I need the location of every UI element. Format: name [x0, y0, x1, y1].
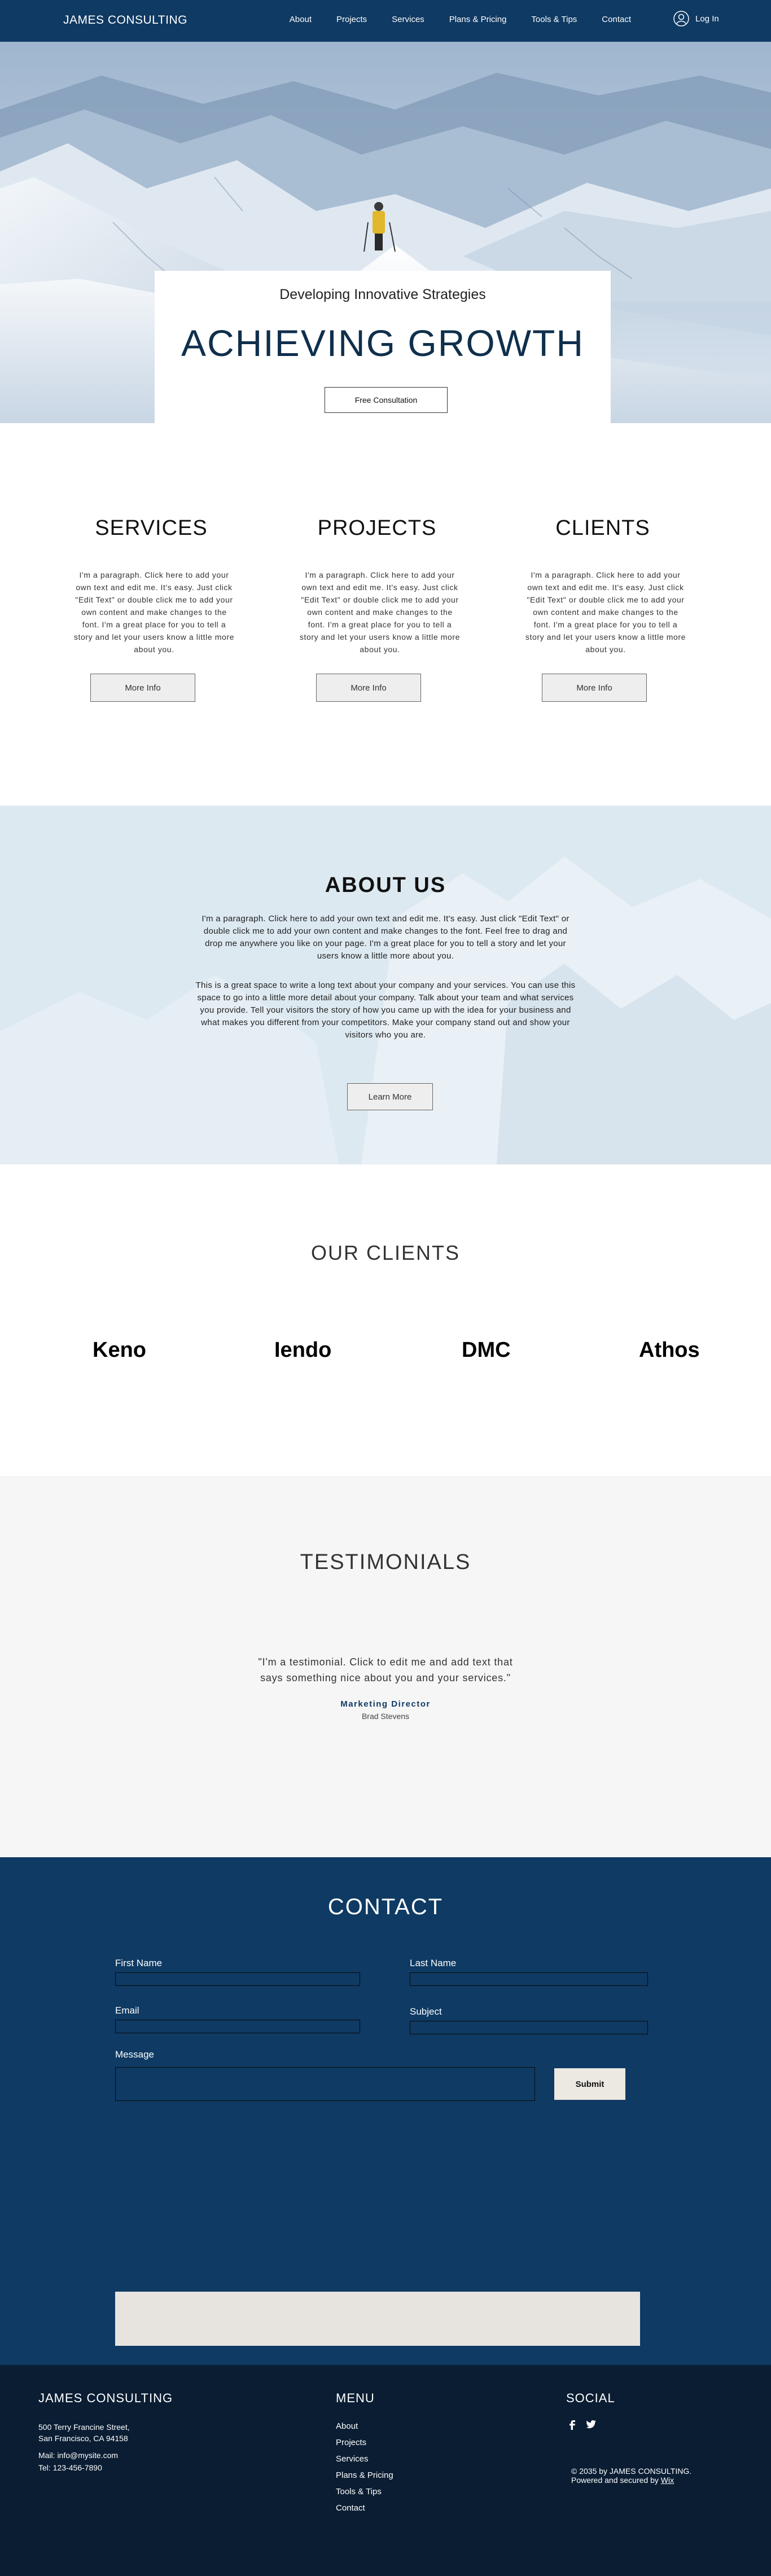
testimonials-section: TESTIMONIALS "I'm a testimonial. Click t… — [0, 1476, 771, 1857]
first-name-field[interactable] — [115, 1972, 360, 1986]
projects-title: PROJECTS — [317, 516, 437, 540]
client-logo-dmc: DMC — [462, 1338, 511, 1362]
footer-mail[interactable]: Mail: info@mysite.com — [38, 2450, 118, 2461]
footer-menu-tools-tips[interactable]: Tools & Tips — [336, 2487, 382, 2496]
twitter-icon[interactable] — [585, 2418, 597, 2430]
free-consultation-button[interactable]: Free Consultation — [325, 387, 448, 413]
message-field[interactable] — [115, 2067, 535, 2101]
map-placeholder[interactable] — [115, 2292, 640, 2346]
footer-menu-services[interactable]: Services — [336, 2454, 369, 2464]
footer-social-title: SOCIAL — [566, 2391, 615, 2405]
footer-menu-projects[interactable]: Projects — [336, 2438, 366, 2447]
subject-field[interactable] — [410, 2021, 648, 2034]
site-logo[interactable]: JAMES CONSULTING — [63, 14, 187, 27]
site-footer: JAMES CONSULTING 500 Terry Francine Stre… — [0, 2365, 771, 2576]
learn-more-button[interactable]: Learn More — [347, 1083, 433, 1110]
nav-tools-tips[interactable]: Tools & Tips — [531, 15, 577, 24]
hero-section: Developing Innovative Strategies ACHIEVI… — [0, 42, 771, 423]
projects-more-info-button[interactable]: More Info — [316, 674, 421, 702]
footer-tel: Tel: 123-456-7890 — [38, 2463, 102, 2472]
submit-button[interactable]: Submit — [554, 2068, 625, 2100]
nav-plans-pricing[interactable]: Plans & Pricing — [449, 15, 507, 24]
clients-title: OUR CLIENTS — [310, 1241, 461, 1264]
login-button[interactable]: Log In — [673, 10, 719, 27]
last-name-label: Last Name — [410, 1958, 457, 1968]
hero-subtitle: Developing Innovative Strategies — [279, 287, 486, 302]
last-name-field[interactable] — [410, 1972, 648, 1986]
about-paragraph-1: I'm a paragraph. Click here to add your … — [201, 914, 570, 961]
wix-link[interactable]: Wix — [661, 2476, 674, 2485]
services-title: SERVICES — [95, 516, 208, 540]
site-header: JAMES CONSULTING About Projects Services… — [0, 0, 771, 42]
testimonial-quote: "I'm a testimonial. Click to edit me and… — [258, 1656, 513, 1683]
facebook-icon[interactable] — [566, 2418, 579, 2430]
nav-about[interactable]: About — [290, 15, 312, 24]
clients-col-title: CLIENTS — [555, 516, 650, 540]
footer-company-name: JAMES CONSULTING — [38, 2391, 173, 2405]
clients-more-info-button[interactable]: More Info — [542, 674, 647, 702]
login-label: Log In — [695, 14, 719, 24]
clients-text: I'm a paragraph. Click here to add your … — [525, 570, 686, 654]
footer-menu-title: MENU — [336, 2391, 375, 2405]
user-icon — [673, 11, 689, 27]
about-title: ABOUT US — [325, 873, 446, 897]
contact-title: CONTACT — [327, 1894, 444, 1919]
email-field[interactable] — [115, 2020, 360, 2033]
subject-label: Subject — [410, 2006, 442, 2017]
hero-card: Developing Innovative Strategies ACHIEVI… — [155, 271, 611, 423]
footer-address-line-2: San Francisco, CA 94158 — [38, 2434, 128, 2443]
client-logo-iendo: Iendo — [274, 1338, 332, 1362]
projects-text: I'm a paragraph. Click here to add your … — [299, 570, 461, 654]
footer-menu-plans-pricing[interactable]: Plans & Pricing — [336, 2471, 393, 2480]
testimonials-title: TESTIMONIALS — [300, 1550, 471, 1574]
footer-menu-about[interactable]: About — [336, 2421, 358, 2431]
main-nav: About Projects Services Plans & Pricing … — [265, 15, 631, 24]
footer-powered-by: Powered and secured by Wix — [571, 2474, 674, 2486]
contact-section: CONTACT First Name Last Name Email Subje… — [0, 1857, 771, 2365]
about-paragraph-2: This is a great space to write a long te… — [195, 981, 576, 1040]
footer-menu-contact[interactable]: Contact — [336, 2503, 365, 2513]
about-section: ABOUT US I'm a paragraph. Click here to … — [0, 806, 771, 1164]
client-logo-athos: Athos — [639, 1338, 700, 1362]
client-logo-keno: Keno — [93, 1338, 146, 1362]
services-more-info-button[interactable]: More Info — [90, 674, 195, 702]
testimonial-role: Marketing Director — [340, 1699, 431, 1709]
services-text: I'm a paragraph. Click here to add your … — [73, 570, 235, 654]
clients-section: OUR CLIENTS Keno Iendo DMC Athos — [0, 1164, 771, 1476]
nav-contact[interactable]: Contact — [602, 15, 631, 24]
nav-projects[interactable]: Projects — [336, 15, 367, 24]
first-name-label: First Name — [115, 1958, 163, 1968]
email-label: Email — [115, 2005, 139, 2016]
hero-title: ACHIEVING GROWTH — [181, 322, 584, 364]
message-label: Message — [115, 2049, 154, 2060]
footer-powered-by-text: Powered and secured by — [571, 2476, 661, 2485]
nav-services[interactable]: Services — [392, 15, 424, 24]
testimonial-name: Brad Stevens — [361, 1712, 410, 1721]
footer-address-line-1: 500 Terry Francine Street, — [38, 2423, 130, 2432]
